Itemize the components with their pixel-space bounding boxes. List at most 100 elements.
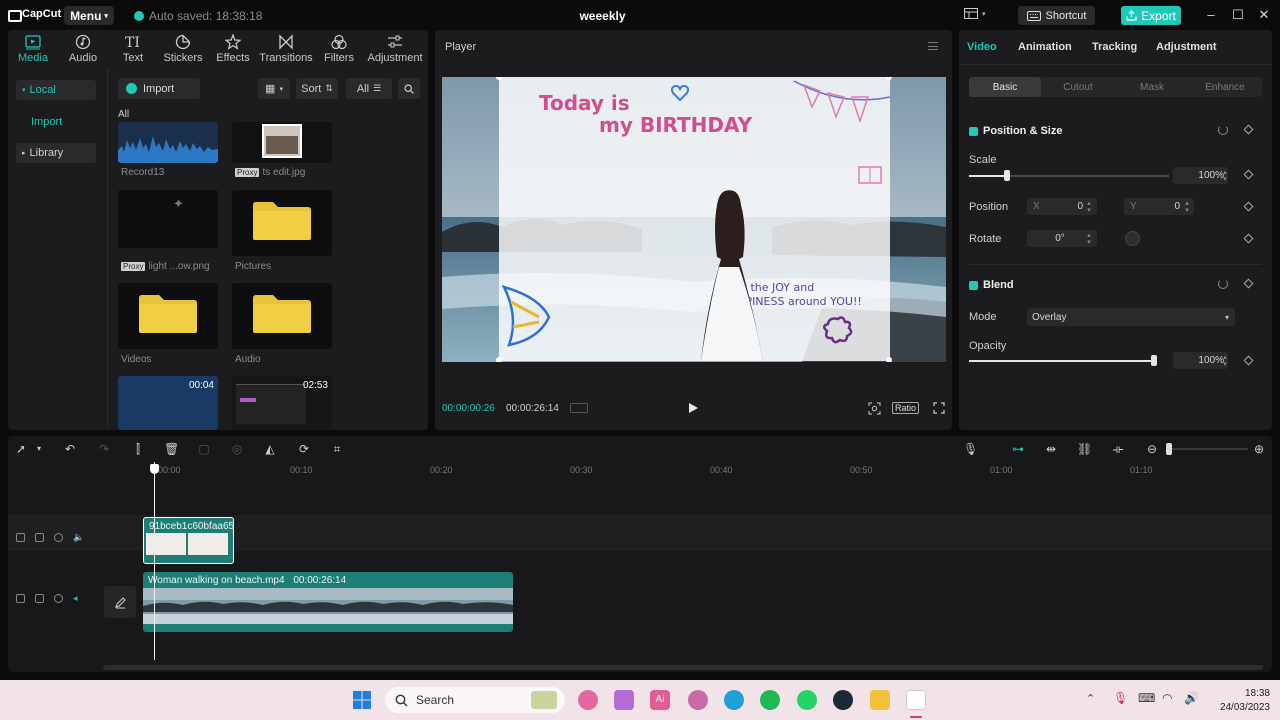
preview-axis-icon[interactable]: ⟛ — [1111, 442, 1125, 456]
auto-snap-icon[interactable]: ⇹ — [1044, 442, 1058, 456]
media-item-ts-edit[interactable] — [232, 122, 332, 163]
tab-tracking[interactable]: Tracking — [1092, 41, 1137, 53]
discord-icon[interactable] — [688, 690, 708, 710]
filter-all-button[interactable]: All ☰ — [346, 78, 392, 99]
media-item-audio-clip[interactable]: 00:04 — [118, 376, 218, 430]
tab-text[interactable]: TI Text — [108, 30, 158, 68]
keyframe-icon[interactable] — [1243, 124, 1254, 135]
lock-icon[interactable] — [35, 594, 44, 603]
video-preview[interactable]: Today is my BIRTHDAY may the JOY and HAP… — [442, 77, 946, 362]
sort-button[interactable]: Sort ⇅ — [296, 78, 338, 99]
minimize-icon[interactable]: – — [1204, 8, 1218, 22]
subtab-basic[interactable]: Basic — [969, 77, 1041, 97]
rotate-dial-icon[interactable] — [1125, 231, 1140, 246]
media-folder-pictures[interactable] — [232, 190, 332, 256]
track-cover-icon[interactable] — [16, 594, 25, 603]
keyframe-icon[interactable] — [1243, 278, 1254, 289]
layout-button[interactable]: ▾ — [964, 8, 986, 19]
microphone-icon[interactable]: 🎙 — [1113, 691, 1128, 705]
reset-icon[interactable] — [1218, 125, 1228, 135]
blend-mode-select[interactable]: Overlay ▾ — [1027, 308, 1235, 326]
resize-handle[interactable] — [886, 357, 892, 362]
search-button[interactable] — [398, 78, 420, 99]
capcut-taskbar-icon[interactable] — [906, 690, 926, 710]
windows-start-icon[interactable] — [352, 690, 372, 710]
mirror-icon[interactable]: ◭ — [263, 442, 277, 456]
wifi-icon[interactable]: ◠ — [1162, 691, 1172, 705]
play-icon[interactable] — [689, 403, 698, 413]
import-button[interactable]: Import — [118, 78, 200, 99]
spotify-icon[interactable] — [760, 690, 780, 710]
rotate-icon[interactable]: ⟳ — [297, 442, 311, 456]
tab-filters[interactable]: Filters — [314, 30, 364, 68]
steam-icon[interactable] — [833, 690, 853, 710]
hamburger-menu-icon[interactable] — [928, 42, 938, 50]
cover-edit-button[interactable] — [104, 586, 136, 618]
timeline-scrollbar[interactable] — [103, 665, 1263, 670]
timecode-format-icon[interactable] — [570, 403, 588, 413]
taskbar-clock[interactable]: 18:38 24/03/2023 — [1212, 687, 1270, 715]
lock-icon[interactable] — [35, 533, 44, 542]
opacity-value[interactable]: 100% — [1173, 352, 1228, 369]
sidebar-item-local[interactable]: ▾ Local — [16, 80, 96, 100]
tab-media[interactable]: Media — [8, 30, 58, 68]
resize-handle[interactable] — [496, 357, 502, 362]
main-video-clip[interactable]: Woman walking on beach.mp4 00:00:26:14 — [143, 572, 513, 632]
audio-level-icon[interactable]: ◂ — [73, 594, 82, 603]
position-size-section[interactable]: Position & Size — [969, 125, 1062, 137]
keyboard-icon[interactable]: ⌨ — [1138, 691, 1155, 705]
whatsapp-icon[interactable] — [797, 690, 817, 710]
cursor-select-icon[interactable]: ➚ — [14, 442, 28, 456]
subtab-cutout[interactable]: Cutout — [1042, 77, 1114, 97]
track-cover-icon[interactable] — [16, 533, 25, 542]
zoom-in-icon[interactable]: ⊕ — [1252, 442, 1266, 456]
maximize-icon[interactable]: ☐ — [1231, 8, 1245, 22]
stepper-icon[interactable]: ▴ ▾ — [1183, 200, 1191, 214]
close-icon[interactable]: ✕ — [1257, 8, 1271, 22]
stepper-icon[interactable]: ▴ ▾ — [1221, 169, 1229, 183]
undo-icon[interactable]: ↶ — [63, 442, 77, 456]
checkbox-checked-icon[interactable] — [969, 126, 978, 136]
tab-adjustment[interactable]: Adjustment — [364, 30, 426, 68]
blend-section[interactable]: Blend — [969, 279, 1014, 291]
slider-knob[interactable] — [1166, 443, 1172, 455]
file-explorer-icon[interactable] — [870, 690, 890, 710]
volume-icon[interactable]: 🔊 — [1184, 691, 1199, 705]
chevron-down-icon[interactable]: ▾ — [32, 442, 46, 456]
subtab-mask[interactable]: Mask — [1116, 77, 1188, 97]
overlay-clip[interactable]: 91bceb1c60bfaa65 — [143, 517, 234, 564]
subtab-enhance[interactable]: Enhance — [1189, 77, 1261, 97]
edge-icon[interactable] — [724, 690, 744, 710]
delete-icon[interactable]: 🗑 — [164, 442, 179, 456]
reset-icon[interactable] — [1218, 279, 1228, 289]
media-item-video-clip[interactable]: 02:53 — [232, 376, 332, 430]
media-item-light-png[interactable]: ✦ — [118, 190, 218, 248]
redo-icon[interactable]: ↷ — [97, 442, 111, 456]
tab-adjustment-props[interactable]: Adjustment — [1156, 41, 1217, 53]
timeline-ruler[interactable]: 00:00 00:10 00:20 00:30 00:40 00:50 01:0… — [154, 462, 1264, 476]
split-icon[interactable]: ⫿ — [131, 442, 145, 456]
keyframe-icon[interactable] — [1243, 201, 1254, 212]
media-folder-audio[interactable] — [232, 283, 332, 349]
linkage-icon[interactable]: ⛓ — [1077, 442, 1092, 456]
keyframe-icon[interactable] — [1243, 355, 1254, 366]
slider-knob[interactable] — [1004, 170, 1010, 181]
fit-zoom-icon[interactable] — [868, 402, 881, 415]
stepper-icon[interactable]: ▴ ▾ — [1085, 200, 1093, 214]
sidebar-item-import[interactable]: Import — [16, 112, 96, 132]
tab-animation[interactable]: Animation — [1018, 41, 1072, 53]
tab-effects[interactable]: Effects — [208, 30, 258, 68]
keyframe-icon[interactable] — [1243, 169, 1254, 180]
shortcut-button[interactable]: Shortcut — [1018, 6, 1095, 25]
checkbox-checked-icon[interactable] — [969, 280, 978, 290]
speaker-icon[interactable]: 🔈 — [73, 533, 84, 542]
tab-audio[interactable]: Audio — [58, 30, 108, 68]
playhead-line[interactable] — [154, 462, 155, 660]
zoom-out-icon[interactable]: ⊖ — [1145, 442, 1159, 456]
app-icon-ai[interactable]: Ai — [650, 690, 670, 710]
slider-knob[interactable] — [1151, 355, 1157, 366]
app-icon-purple[interactable] — [614, 690, 634, 710]
media-item-record13[interactable] — [118, 122, 218, 163]
ratio-button[interactable]: Ratio — [892, 402, 920, 414]
sidebar-item-library[interactable]: ▸ Library — [16, 143, 96, 163]
